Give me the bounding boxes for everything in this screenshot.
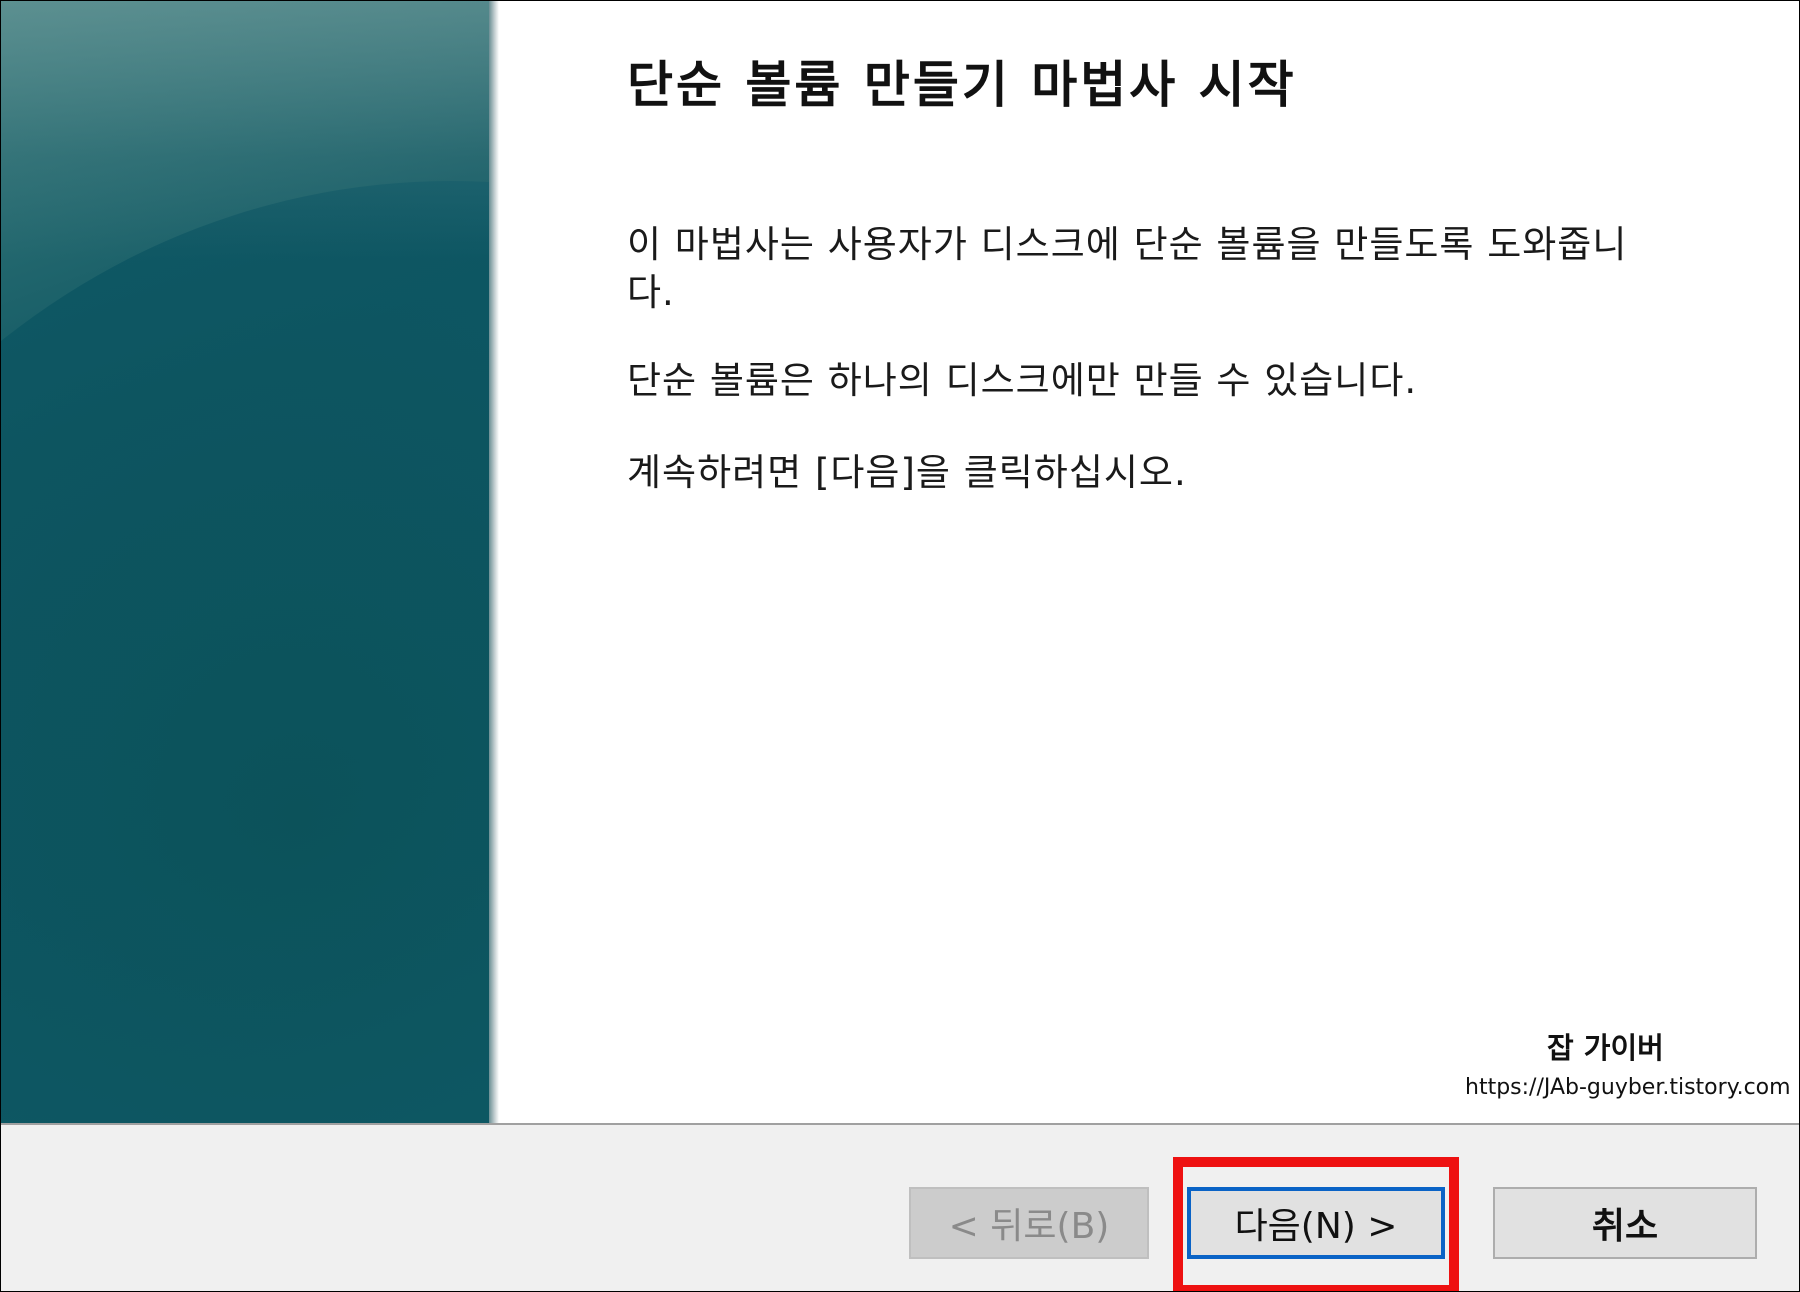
next-button[interactable]: 다음(N) >: [1187, 1187, 1445, 1259]
back-button[interactable]: < 뒤로(B): [909, 1187, 1149, 1259]
cancel-button[interactable]: 취소: [1493, 1187, 1757, 1259]
wizard-side-banner: [1, 1, 493, 1123]
wizard-note: 단순 볼륨은 하나의 디스크에만 만들 수 있습니다.: [627, 359, 1418, 402]
wizard-button-bar: < 뒤로(B) 다음(N) > 취소: [1, 1123, 1799, 1291]
wizard-window: 단순 볼륨 만들기 마법사 시작 이 마법사는 사용자가 디스크에 단순 볼륨을…: [0, 0, 1800, 1292]
wizard-instruction: 계속하려면 [다음]을 클릭하십시오.: [627, 451, 1187, 494]
wizard-description: 이 마법사는 사용자가 디스크에 단순 볼륨을 만들도록 도와줍니다.: [627, 223, 1628, 314]
wizard-content: 단순 볼륨 만들기 마법사 시작 이 마법사는 사용자가 디스크에 단순 볼륨을…: [499, 1, 1799, 1123]
wizard-title: 단순 볼륨 만들기 마법사 시작: [627, 56, 1297, 114]
side-banner-edge: [489, 1, 499, 1123]
watermark-name: 잡 가이버: [1547, 1031, 1664, 1065]
watermark-url: https://JAb-guyber.tistory.com: [1465, 1075, 1791, 1100]
